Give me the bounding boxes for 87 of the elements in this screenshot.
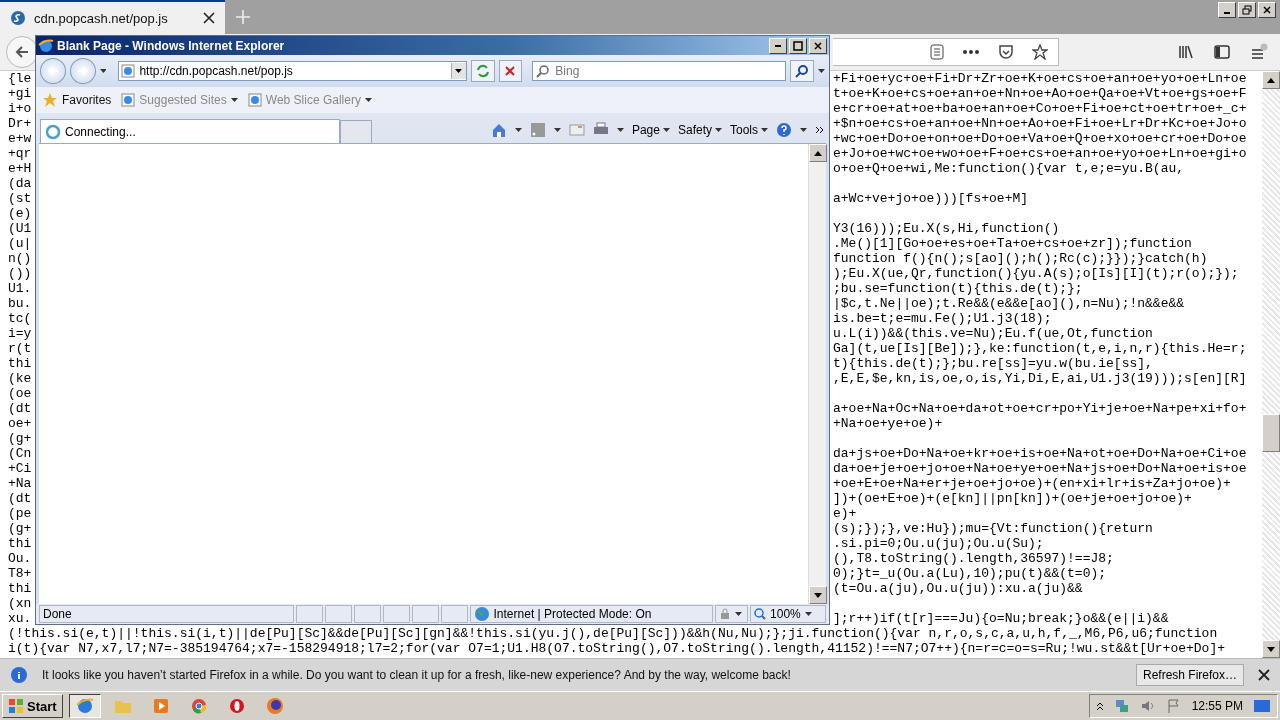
code-line: +$n+oe+cs+oe+an+oe+Nn+oe+Ao+oe+Fi+oe+Lr+Dr+Kc+oe+Jo+o	[833, 116, 1247, 131]
code-line: (e)	[8, 206, 32, 221]
code-line: (g+	[8, 431, 32, 446]
code-line: +Fi+oe+yc+oe+Fi+Dr+Zr+oe+K+oe+cs+oe+an+oe+yo+oe+Ln+oe	[833, 71, 1247, 86]
code-line: (s);});},ve:Hu});mu={Vt:function(){return	[833, 521, 1153, 536]
code-line: Dr+	[8, 116, 32, 131]
favorites-item[interactable]: Favorites	[42, 92, 112, 108]
refresh-firefox-button[interactable]: Refresh Firefox…	[1135, 664, 1244, 686]
code-line: Ou.	[8, 551, 32, 566]
code-line: +gi	[8, 86, 32, 101]
code-line: function f(){n();s[ao]();h();Rc(c);}});}catch(h)	[833, 251, 1208, 266]
code-line: ])+(oe+E+oe)+(e[kn]||pn[kn])+(oe+je+oe+jo+oe)+	[833, 491, 1192, 506]
code-line: a+oe+Na+Oc+Na+oe+da+ot+oe+cr+po+Yi+je+oe+Na+pe+xi+fo+	[833, 401, 1247, 416]
code-line: .si.pi=0;Ou.u(ju);Ou.u(Su);	[833, 536, 1044, 551]
code-line: U1.	[8, 281, 32, 296]
code-line: (),T8.toString().length,36597)!==J8;	[833, 551, 1114, 566]
code-line: ,E,E,$e,kn,is,oe,o,is,Yi,Di,E,ai,U1.j3(19)));s[en][R]	[833, 371, 1247, 386]
code-line: e+w	[8, 131, 32, 146]
notification-message: It looks like you haven’t started Firefox in a while. Do you want to clean it up for a fresh, like-new experience? And by the way, welcome back!	[42, 668, 791, 682]
menu-button[interactable]: Tools	[730, 123, 768, 137]
code-line: (t=Ou.a(ju),Ou.u(ju)):xu.a(ju)&&	[833, 581, 1083, 596]
code-line: i=y	[8, 326, 32, 341]
code-line: da+oe+je+oe+jo+oe+Na+oe+ye+oe+Na+js+oe+Do+Na+oe+is+oe	[833, 461, 1247, 476]
code-line: xu.	[8, 611, 32, 626]
code-line: da+js+oe+Do+Na+oe+kr+oe+is+oe+Na+ot+oe+Do+Na+oe+Ci+oe	[833, 446, 1247, 461]
code-line: u.L(i))&&(this.ve=Nu);Eu.f(ue,Ot,function	[833, 326, 1153, 341]
code-line: (st	[8, 191, 32, 206]
code-line: +qr	[8, 146, 32, 161]
code-line: (g+	[8, 521, 32, 536]
code-line: (dt	[8, 491, 32, 506]
code-line: thi	[8, 581, 32, 596]
code-line: .Me()[1][Go+oe+es+oe+Ta+oe+cs+oe+zr]);function	[833, 236, 1192, 251]
code-line: e+cr+oe+at+oe+ba+oe+an+oe+Co+oe+Fi+oe+ct+oe+tr+oe+_c+	[833, 101, 1247, 116]
search-field[interactable]: Bing	[532, 61, 787, 81]
security-zone: Internet | Protected Mode: On	[469, 605, 714, 623]
code-line: thi	[8, 536, 32, 551]
browser-tab[interactable]: Connecting...	[40, 119, 340, 143]
code-line: (Cn	[8, 446, 32, 461]
window-title: Blank Page - Windows Internet Explorer	[57, 38, 285, 53]
address-field[interactable]: http://cdn.popcash.net/pop.js	[118, 61, 467, 81]
code-line: r(t	[8, 341, 32, 356]
code-line: t){this.de(t);};bu.re[ss]=yu.w(bu.ie[ss],	[833, 356, 1153, 371]
code-line: e+H	[8, 161, 32, 176]
status-text: Done	[39, 605, 295, 623]
code-line: +Na	[8, 476, 32, 491]
code-line: +oe+E+oe+Na+er+je+oe+jo+oe)+(en+xi+lr+is+Za+jo+oe)+	[833, 476, 1231, 491]
code-line: a+Wc+ve+jo+oe)))[fs+oe+M]	[833, 191, 1029, 206]
zoom-level[interactable]: 100%	[750, 605, 826, 623]
code-line: o+oe+Q+oe+wi,Me:function(){var t,e;e=yu.B(au,	[833, 161, 1185, 176]
code-line: {le	[8, 71, 32, 86]
code-line: Ga](t,ue[Is][Be]);},ke:function(t,e,i,n,r){this.He=r;	[833, 341, 1247, 356]
browser-tab[interactable]: cdn.popcash.net/pop.js	[0, 0, 225, 34]
code-line: +Na+oe+ye+oe)+	[833, 416, 943, 431]
code-line: oe+	[8, 416, 32, 431]
code-line: 0);}t=_u(Ou.a(Lu),10);pu(t)&&(t=0);	[833, 566, 1107, 581]
code-line: (u|	[8, 236, 32, 251]
code-line: );Eu.X(ue,Qr,function(){yu.A(s);o[Is][I](t);r(o);});	[833, 266, 1239, 281]
code-line: n()	[8, 251, 32, 266]
code-line: T8+	[8, 566, 32, 581]
code-line: is.be=t;e=mu.Fe();U1.j3(18);	[833, 311, 1052, 326]
code-line: (dt	[8, 401, 32, 416]
code-line: (U1	[8, 221, 32, 236]
start-button[interactable]: Start	[2, 694, 63, 718]
clock: 12:55 PM	[1191, 699, 1243, 713]
code-line: ;bu.se=function(t){this.de(t);};	[833, 281, 1083, 296]
code-line: (oe	[8, 386, 32, 401]
code-line: e+Jo+oe+wc+oe+wo+oe+F+oe+cs+oe+an+oe+yo+oe+Ln+oe+gi+o	[833, 146, 1247, 161]
menu-button[interactable]: Safety	[677, 123, 722, 137]
code-line: bu.	[8, 296, 32, 311]
code-line: Y3(16)));Eu.X(s,Hi,function()	[833, 221, 1060, 236]
code-line: i+o	[8, 101, 32, 116]
code-line: (xn	[8, 596, 32, 611]
code-line: tc(	[8, 311, 32, 326]
code-line: (da	[8, 176, 32, 191]
code-line: +wc+oe+Do+oe+on+oe+Do+oe+Va+oe+Q+oe+xo+oe+cr+oe+Do+oe	[833, 131, 1247, 146]
code-line: |$c,t.Ne||oe);t.Re&&(e&&e[ao](),n=Nu);!n&&e&&	[833, 296, 1185, 311]
code-line: (!this.si(e,t)||!this.si(i,t)||de[Pu][Sc]&&de[Pu][Sc][gn]&&!this.si(yu.j(),de[Pu][Sc]))&&h(Nu,Nu);};ji.function(){var n,r,o,s,c,a,u,h,f,_,M6,P6,u6;function	[8, 626, 1218, 641]
code-line: i(t){var N7,x7,l7;N7=-385194764;x7=-158294918;l7=2;for(var O7=1;U1.H8(O7.toString(),O7.toString().length,41152)!==N7;O7++){n=r=c=o=s=Ru;!wu.st&&t[Ur+oe+Do]+	[8, 641, 1225, 656]
code-line: e)+	[833, 506, 857, 521]
code-line: (ke	[8, 371, 32, 386]
code-line: thi	[8, 356, 32, 371]
code-line: t+oe+K+oe+cs+oe+an+oe+Nn+oe+Ao+oe+Qa+oe+Vt+oe+gs+oe+F	[833, 86, 1247, 101]
code-line: +Ci	[8, 461, 32, 476]
code-line: ())	[8, 266, 32, 281]
code-line: ];r++)if(t[r]===Ju){o=Nu;break;}o&&(e||i)&&	[833, 611, 1169, 626]
code-line: (pe	[8, 506, 32, 521]
menu-button[interactable]: Page	[631, 123, 670, 137]
